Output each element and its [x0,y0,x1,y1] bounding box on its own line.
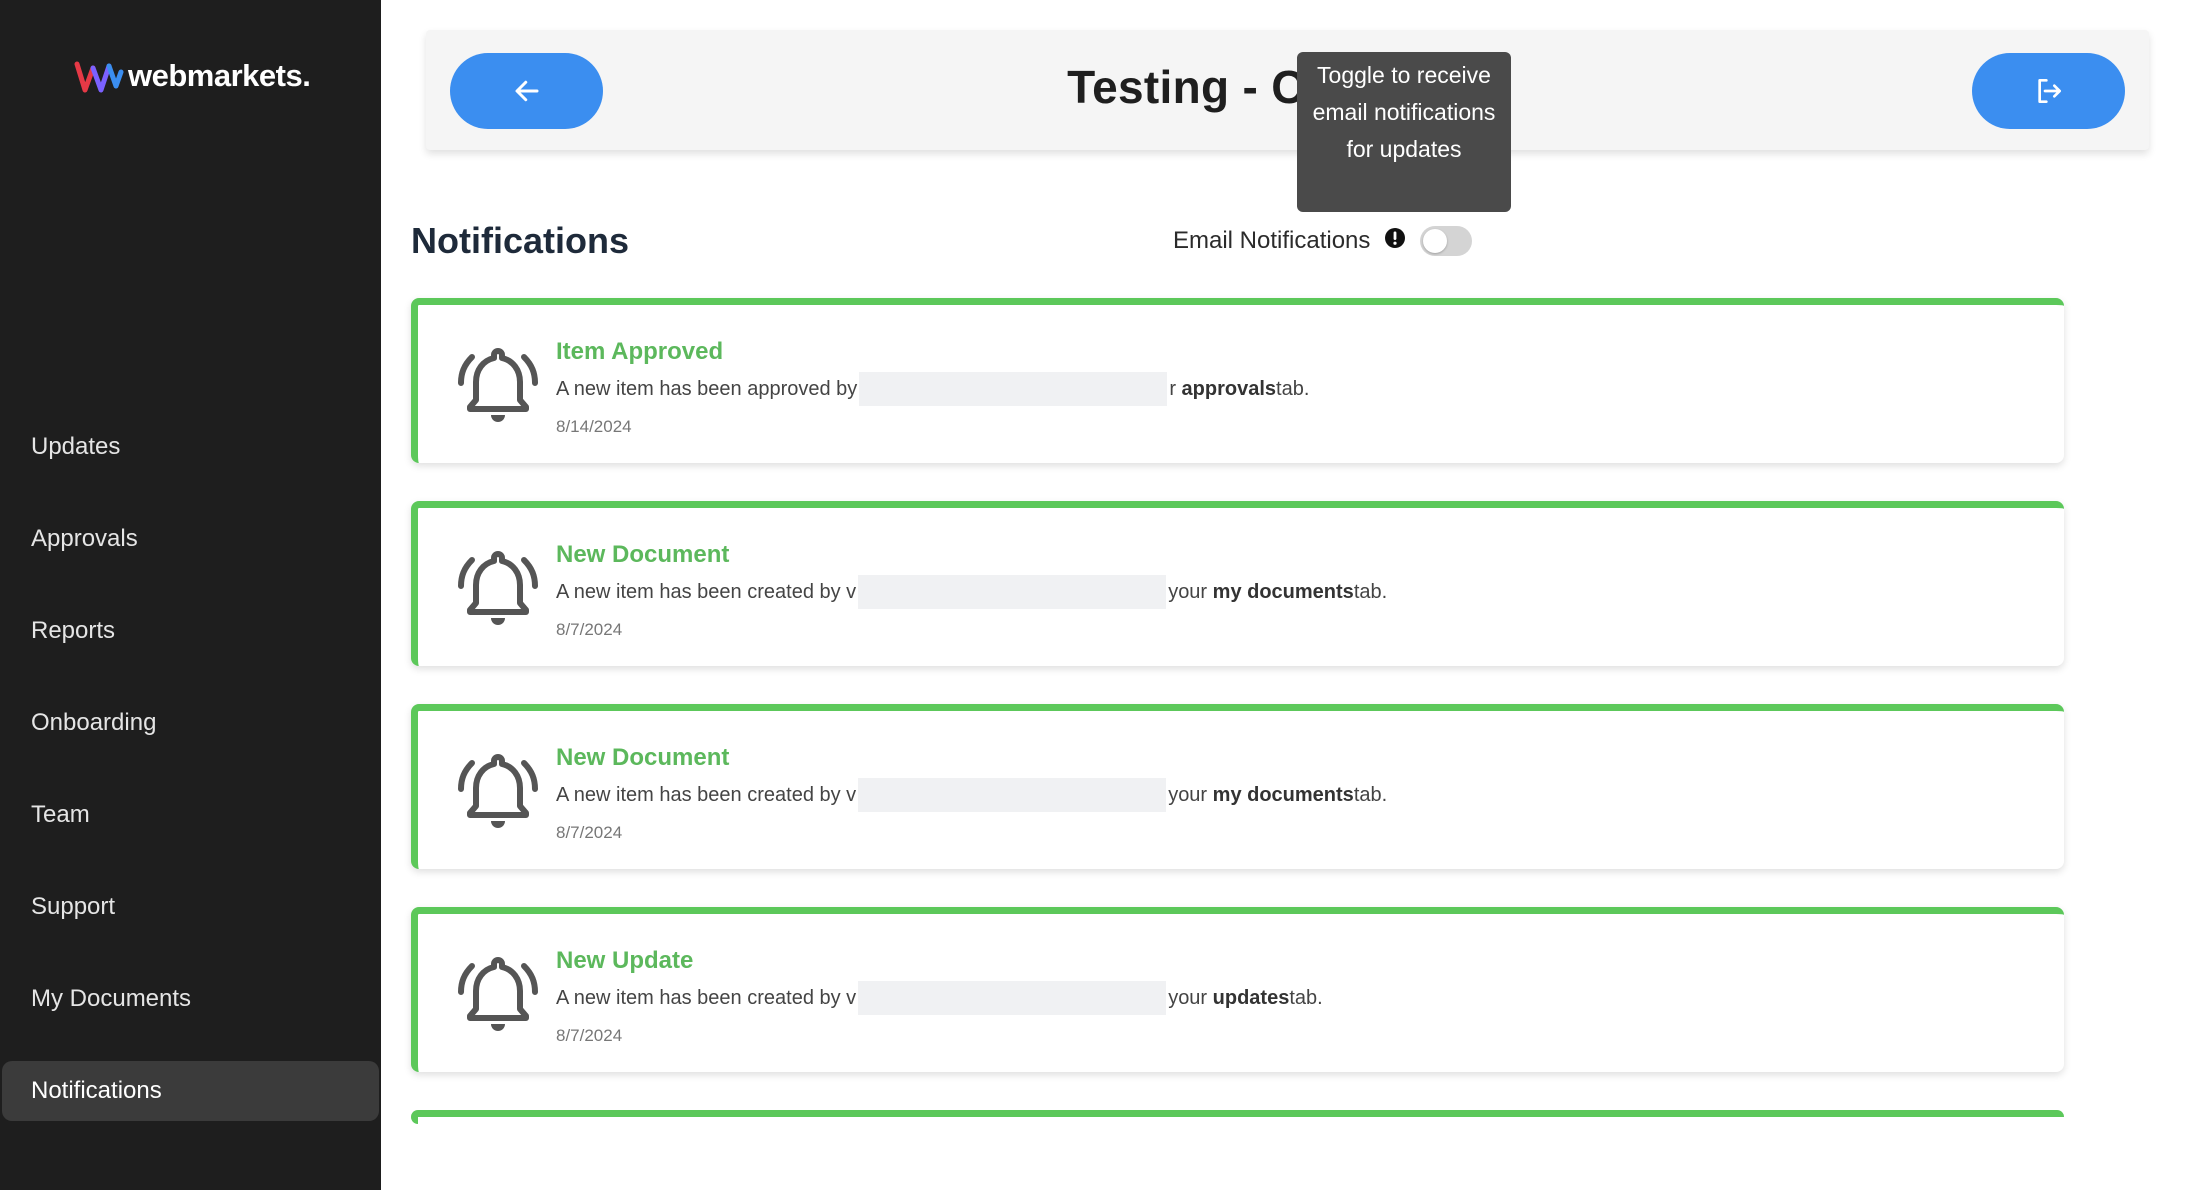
notification-date: 8/7/2024 [556,620,623,639]
notification-message: A new item has been created by v your my … [556,778,1387,812]
logout-icon [2037,79,2061,103]
message-text: tab. [1276,377,1310,400]
logout-button[interactable] [1972,53,2125,129]
page-title-start: Testing - C [1067,61,1305,113]
sidebar: webmarkets. Updates Approvals Reports On… [0,0,381,1190]
webmarkets-logo-mark-icon [74,61,124,93]
redacted-block [858,981,1167,1015]
notification-message: A new item has been created by v your my … [556,575,1387,609]
sidebar-item-reports[interactable]: Reports [2,601,379,661]
redacted-block [858,575,1167,609]
sidebar-item-label: Team [31,801,90,828]
bell-icon [458,754,538,828]
notification-title: New Document [556,744,730,771]
email-notifications-toggle[interactable] [1420,226,1473,256]
bell-icon [458,348,538,422]
notification-card-partial[interactable] [411,1110,2064,1124]
message-bold-text: approvals [1181,377,1277,400]
message-text: A new item has been created by v [556,986,857,1009]
notification-message: A new item has been approved by r approva… [556,372,1309,406]
notification-card[interactable]: New Update A new item has been created b… [411,907,2064,1072]
message-text: A new item has been approved by [556,377,858,400]
sidebar-item-label: Onboarding [31,709,157,736]
message-text: A new item has been created by v [556,580,857,603]
email-notifications-control: Email Notifications [1173,226,1473,256]
notification-title: New Update [556,947,694,974]
message-bold-text: updates [1212,986,1290,1009]
sidebar-item-label: Notifications [31,1077,162,1104]
sidebar-item-support[interactable]: Support [2,877,379,937]
message-text: your [1168,986,1208,1009]
message-text: tab. [1353,580,1388,603]
notification-card[interactable]: Item Approved A new item has been approv… [411,298,2064,463]
sidebar-item-label: Reports [31,617,116,644]
sidebar-item-label: My Documents [31,985,192,1012]
toggle-knob [1423,229,1448,253]
bell-icon [458,551,538,625]
email-notifications-tooltip: Toggle to receive email notifications fo… [1297,52,1511,212]
message-text: your [1168,783,1208,806]
sidebar-item-label: Approvals [31,525,138,552]
sidebar-item-team[interactable]: Team [2,785,379,845]
sidebar-item-label: Updates [31,433,121,460]
page-header: Testing - Cl [426,30,2149,150]
notification-card[interactable]: New Document A new item has been created… [411,501,2064,666]
sidebar-item-label: Support [31,893,116,920]
main-content: Testing - Cl Toggle to receive email not… [381,0,2194,1190]
page-title: Testing - Cl [426,60,2149,114]
notification-card[interactable]: New Document A new item has been created… [411,704,2064,869]
sidebar-item-notifications[interactable]: Notifications [2,1061,379,1121]
sidebar-nav: Updates Approvals Reports Onboarding Tea… [0,417,381,1153]
logo-text: webmarkets. [128,58,311,93]
notification-date: 8/7/2024 [556,1026,623,1045]
notifications-heading: Notifications [411,220,630,261]
webmarkets-logo[interactable]: webmarkets. [74,58,311,94]
sidebar-item-updates[interactable]: Updates [2,417,379,477]
email-notifications-label: Email Notifications [1173,227,1371,254]
bell-icon [458,957,538,1031]
message-text: tab. [1289,986,1323,1009]
redacted-block [859,372,1168,406]
notification-title: Item Approved [556,338,724,365]
message-bold-text: my documents [1212,580,1354,603]
message-text: your [1168,580,1208,603]
sidebar-item-approvals[interactable]: Approvals [2,509,379,569]
notification-message: A new item has been created by v your upd… [556,981,1323,1015]
notification-title: New Document [556,541,730,568]
message-text: tab. [1353,783,1388,806]
notification-date: 8/14/2024 [556,417,632,436]
notification-date: 8/7/2024 [556,823,623,842]
info-icon[interactable] [1384,227,1406,249]
sidebar-item-onboarding[interactable]: Onboarding [2,693,379,753]
sidebar-item-my-documents[interactable]: My Documents [2,969,379,1029]
redacted-block [858,778,1167,812]
message-bold-text: my documents [1212,783,1354,806]
message-text: r [1169,377,1176,400]
message-text: A new item has been created by v [556,783,857,806]
